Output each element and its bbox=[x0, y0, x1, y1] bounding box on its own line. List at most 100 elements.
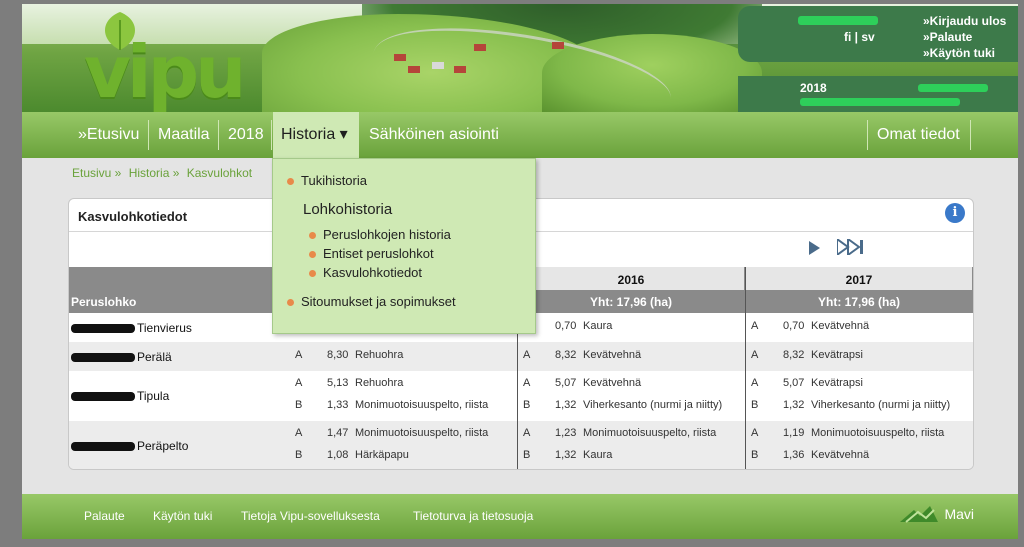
cell-area: 1,32 bbox=[555, 399, 577, 411]
bullet-icon bbox=[309, 270, 316, 278]
bullet-icon bbox=[309, 232, 316, 240]
nav-etusivu[interactable]: »Etusivu bbox=[70, 112, 147, 158]
nav-historia[interactable]: Historia ▾ bbox=[273, 112, 359, 158]
cell-code: A bbox=[751, 349, 759, 361]
cell-area: 1,23 bbox=[555, 427, 577, 439]
table-row: Peräpelto A 1,47 Monimuotoisuuspelto, ri… bbox=[69, 421, 973, 469]
cell-code: A bbox=[523, 349, 531, 361]
cell-code: B bbox=[295, 399, 303, 411]
cell-code: A bbox=[523, 377, 531, 389]
menu-item-sitoumukset[interactable]: Sitoumukset ja sopimukset bbox=[287, 294, 456, 309]
cell-crop: Monimuotoisuuspelto, riista bbox=[355, 427, 489, 439]
menu-item-peruslohkojen-historia[interactable]: Peruslohkojen historia bbox=[309, 227, 451, 242]
cell-code: B bbox=[751, 399, 759, 411]
cell-crop: Kevätvehnä bbox=[583, 349, 642, 361]
footer: Palaute Käytön tuki Tietoja Vipu-sovellu… bbox=[22, 494, 1018, 539]
footer-link-kayton-tuki[interactable]: Käytön tuki bbox=[153, 509, 212, 523]
footer-link-tietoturva[interactable]: Tietoturva ja tietosuoja bbox=[413, 509, 533, 523]
cell-code: A bbox=[295, 377, 303, 389]
nav-2018[interactable]: 2018 bbox=[220, 112, 272, 158]
row-name: Perälä bbox=[71, 350, 172, 364]
table-row: Tipula A 5,13 Rehuohra B 1,33 Monimuotoi… bbox=[69, 371, 973, 421]
cell-crop: Rehuohra bbox=[355, 377, 404, 389]
cell-code: A bbox=[751, 377, 759, 389]
cell-crop: Kevätrapsi bbox=[811, 349, 863, 361]
feedback-link[interactable]: »Palaute bbox=[923, 29, 1006, 45]
cell-code: A bbox=[751, 427, 759, 439]
farm-house bbox=[474, 44, 486, 51]
nav-divider bbox=[271, 120, 272, 150]
main-nav: »Etusivu Maatila 2018 Historia ▾ Sähköin… bbox=[22, 112, 1018, 158]
cell-area: 1,47 bbox=[327, 427, 349, 439]
cell-code: B bbox=[523, 399, 531, 411]
cell-area: 8,32 bbox=[555, 349, 577, 361]
cell-area: 8,30 bbox=[327, 349, 349, 361]
cell-area: 0,70 bbox=[783, 320, 805, 332]
cell-area: 8,32 bbox=[783, 349, 805, 361]
breadcrumb: Etusivu » Historia » Kasvulohkot bbox=[72, 166, 256, 180]
cell-crop: Härkäpapu bbox=[355, 449, 409, 461]
nav-omat-tiedot[interactable]: Omat tiedot bbox=[869, 112, 968, 158]
cell-crop: Monimuotoisuuspelto, riista bbox=[583, 427, 717, 439]
menu-item-kasvulohkotiedot[interactable]: Kasvulohkotiedot bbox=[309, 265, 422, 280]
logout-link[interactable]: »Kirjaudu ulos bbox=[923, 13, 1006, 29]
year-label: 2018 bbox=[800, 81, 827, 95]
cell-area: 5,07 bbox=[783, 377, 805, 389]
browser-frame: vipu fi | sv »Kirjaudu ulos »Palaute »Kä… bbox=[0, 0, 1024, 547]
farm-id-redacted bbox=[918, 84, 988, 92]
vipu-logo[interactable]: vipu bbox=[50, 10, 250, 110]
username-redacted bbox=[798, 16, 878, 25]
breadcrumb-historia[interactable]: Historia » bbox=[129, 166, 180, 180]
language-switch[interactable]: fi | sv bbox=[844, 30, 875, 44]
cell-code: A bbox=[751, 320, 759, 332]
footer-link-palaute[interactable]: Palaute bbox=[84, 509, 125, 523]
nav-maatila[interactable]: Maatila bbox=[150, 112, 218, 158]
nav-divider bbox=[867, 120, 868, 150]
cell-code: B bbox=[523, 449, 531, 461]
breadcrumb-kasvulohkot[interactable]: Kasvulohkot bbox=[187, 166, 252, 180]
menu-heading-lohkohistoria: Lohkohistoria bbox=[303, 201, 393, 218]
nav-divider bbox=[148, 120, 149, 150]
farm-house bbox=[394, 54, 406, 61]
footer-link-tietoja[interactable]: Tietoja Vipu-sovelluksesta bbox=[241, 509, 380, 523]
row-name: Tipula bbox=[71, 389, 169, 403]
redacted-id bbox=[71, 353, 135, 363]
cell-crop: Kaura bbox=[583, 449, 613, 461]
cell-crop: Kaura bbox=[583, 320, 613, 332]
account-box: fi | sv »Kirjaudu ulos »Palaute »Käytön … bbox=[738, 6, 1018, 62]
app-window: vipu fi | sv »Kirjaudu ulos »Palaute »Kä… bbox=[22, 4, 1018, 539]
cell-crop: Monimuotoisuuspelto, riista bbox=[355, 399, 489, 411]
header-total-2017: Yht: 17,96 (ha) bbox=[817, 295, 901, 309]
cell-area: 0,70 bbox=[555, 320, 577, 332]
cell-crop: Kevätvehnä bbox=[811, 320, 870, 332]
cell-crop: Rehuohra bbox=[355, 349, 404, 361]
breadcrumb-etusivu[interactable]: Etusivu » bbox=[72, 166, 121, 180]
cell-code: A bbox=[295, 427, 303, 439]
cell-area: 1,19 bbox=[783, 427, 805, 439]
redacted-id bbox=[71, 392, 135, 402]
row-name: Peräpelto bbox=[71, 439, 188, 453]
redacted-id bbox=[71, 442, 135, 452]
farm-house bbox=[432, 62, 444, 69]
year-box: 2018 bbox=[738, 76, 1018, 112]
nav-sahkoinen-asiointi[interactable]: Sähköinen asiointi bbox=[361, 112, 507, 158]
cell-area: 1,32 bbox=[555, 449, 577, 461]
cell-area: 1,33 bbox=[327, 399, 349, 411]
column-divider bbox=[745, 267, 746, 469]
cell-area: 5,07 bbox=[555, 377, 577, 389]
cell-crop: Monimuotoisuuspelto, riista bbox=[811, 427, 945, 439]
cell-area: 5,13 bbox=[327, 377, 349, 389]
mavi-brand[interactable]: Mavi bbox=[944, 506, 974, 522]
next-icon[interactable] bbox=[809, 241, 820, 255]
info-icon[interactable]: i bbox=[945, 203, 965, 223]
historia-dropdown-menu: Tukihistoria Lohkohistoria Peruslohkojen… bbox=[272, 158, 536, 334]
panel-title: Kasvulohkotiedot bbox=[78, 209, 188, 224]
cell-code: A bbox=[523, 427, 531, 439]
cell-code: A bbox=[295, 349, 303, 361]
menu-item-entiset-peruslohkot[interactable]: Entiset peruslohkot bbox=[309, 246, 434, 261]
support-link[interactable]: »Käytön tuki bbox=[923, 45, 1006, 61]
last-page-icon[interactable] bbox=[837, 239, 865, 255]
menu-item-tukihistoria[interactable]: Tukihistoria bbox=[287, 173, 367, 188]
cell-area: 1,32 bbox=[783, 399, 805, 411]
farm-name-redacted bbox=[800, 98, 960, 106]
